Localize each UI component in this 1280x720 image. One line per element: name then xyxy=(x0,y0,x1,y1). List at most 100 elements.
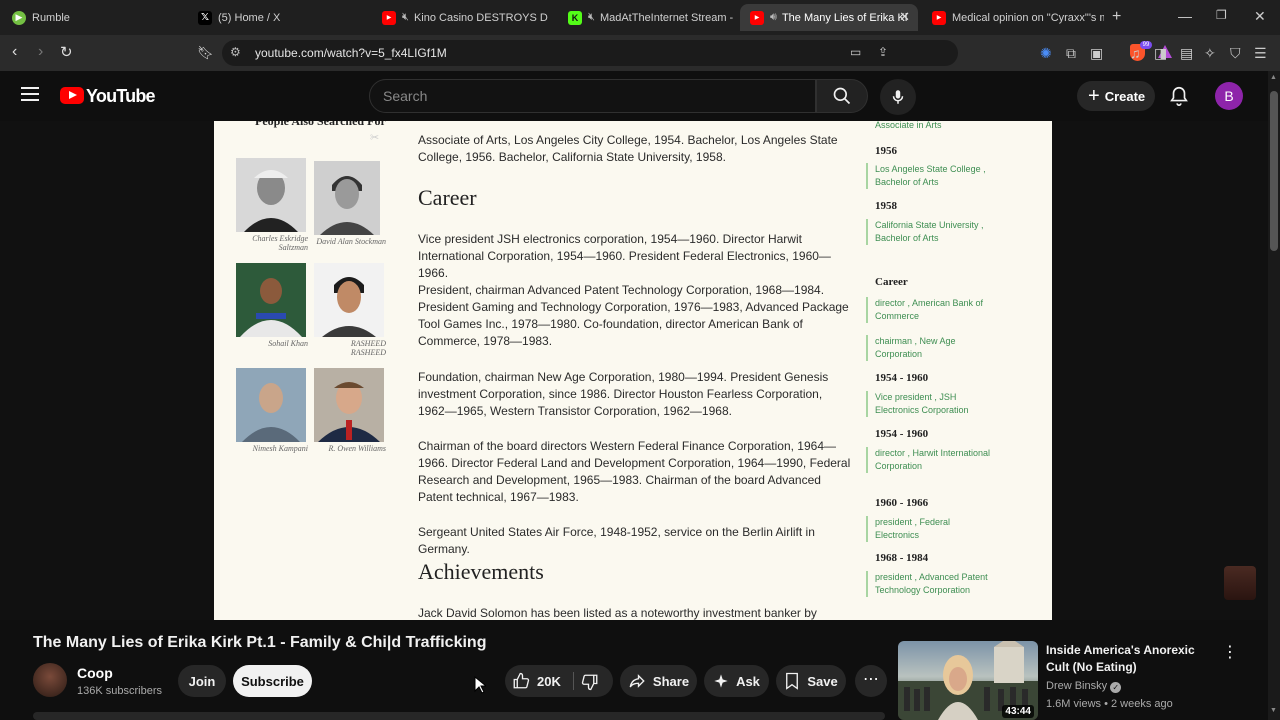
video-player[interactable]: People Also Searched For ✂ Charles Eskri… xyxy=(0,121,1268,620)
facecam-overlay xyxy=(1224,566,1256,600)
recommended-meta: 1.6M views • 2 weeks ago xyxy=(1046,698,1173,710)
browser-tab-strip: ▶ Rumble 𝕏 (5) Home / X ▶ 🔇︎ Kino Casino… xyxy=(0,0,1280,35)
career-paragraph: Sergeant United States Air Force, 1948-1… xyxy=(418,525,815,556)
timeline-year: 1958 xyxy=(875,200,897,212)
tab-madattheinternet[interactable]: K 🔇︎ MadAtTheInternet Stream - xyxy=(558,4,734,31)
menu-icon[interactable]: ☰ xyxy=(1254,45,1267,62)
person-name: RASHEED RASHEED xyxy=(350,339,386,357)
join-button[interactable]: Join xyxy=(178,665,226,697)
person-card: David Alan Stockman xyxy=(314,161,386,246)
back-button[interactable]: ‹ xyxy=(12,43,17,61)
x-logo-icon: 𝕏 xyxy=(198,10,212,25)
scroll-down-icon[interactable]: ▼ xyxy=(1270,707,1277,714)
tab-medical-opinion[interactable]: ▶ Medical opinion on "Cyraxx"'s m xyxy=(922,4,1104,31)
channel-avatar[interactable] xyxy=(33,663,67,697)
browser-toolbar: ‹ › ↻ 🔖︎ ⚙ youtube.com/watch?v=5_fx4LIGf… xyxy=(0,35,1280,71)
person-card: R. Owen Williams xyxy=(314,368,386,453)
description-box[interactable] xyxy=(33,712,885,720)
vpn-shield-icon[interactable]: ⛉ xyxy=(1230,45,1241,62)
like-count[interactable]: 20K xyxy=(537,674,561,689)
close-tab-icon[interactable]: ✕ xyxy=(899,9,910,25)
person-photo xyxy=(314,161,380,235)
search-box[interactable] xyxy=(369,79,816,113)
guide-menu-icon[interactable] xyxy=(21,87,39,101)
bookmark-save-icon xyxy=(784,672,800,690)
muted-icon[interactable]: 🔇︎ xyxy=(588,11,595,24)
shields-count-badge: 99 xyxy=(1140,41,1152,49)
tab-many-lies-active[interactable]: ▶ 🔊︎ The Many Lies of Erika Ki ✕ xyxy=(740,4,918,31)
recommended-channel[interactable]: Drew Binsky ✓ xyxy=(1046,680,1122,693)
bookmark-icon[interactable]: 🔖︎ xyxy=(197,45,214,61)
wallet-icon[interactable]: ▤ xyxy=(1180,45,1193,62)
scroll-up-icon[interactable]: ▲ xyxy=(1270,74,1277,81)
cast-icon[interactable]: ▭ xyxy=(850,45,861,59)
scrollbar-thumb[interactable] xyxy=(1270,91,1278,251)
tab-label: The Many Lies of Erika Ki xyxy=(781,11,908,24)
sidebar-toggle-icon[interactable]: ◨ xyxy=(1154,45,1167,62)
youtube-logo-text[interactable]: YouTube xyxy=(86,86,156,107)
people-also-searched-title: People Also Searched For xyxy=(255,121,386,128)
career-paragraph: Vice president JSH electronics corporati… xyxy=(418,232,831,280)
extension-vpn-icon[interactable]: ✺ xyxy=(1040,45,1052,62)
tab-rumble[interactable]: ▶ Rumble xyxy=(2,4,182,31)
share-arrow-icon xyxy=(628,672,646,690)
restore-button[interactable]: ❐ xyxy=(1216,8,1227,22)
sparkle-icon xyxy=(713,673,729,689)
audio-playing-icon[interactable]: 🔊︎ xyxy=(770,11,777,24)
minimize-button[interactable]: — xyxy=(1178,8,1192,24)
search-button[interactable] xyxy=(816,79,868,113)
page-scrollbar[interactable]: ▲ ▼ xyxy=(1268,71,1280,720)
extensions-puzzle-icon[interactable]: ⧉ xyxy=(1066,45,1076,62)
recommended-title[interactable]: Inside America's Anorexic Cult (No Eatin… xyxy=(1046,642,1216,676)
rumble-icon: ▶ xyxy=(12,10,26,25)
timeline-year: 1956 xyxy=(875,145,897,157)
subscriber-count: 136K subscribers xyxy=(77,685,162,697)
tab-x-home[interactable]: 𝕏 (5) Home / X xyxy=(188,4,368,31)
forward-button[interactable]: › xyxy=(38,43,43,61)
more-actions-icon[interactable]: ⋯ xyxy=(855,665,887,697)
account-avatar[interactable]: B xyxy=(1215,82,1243,110)
tab-kino-casino[interactable]: ▶ 🔇︎ Kino Casino DESTROYS DSP xyxy=(372,4,548,31)
person-card: Nimesh Kampani xyxy=(236,368,308,453)
dislike-thumb-icon[interactable] xyxy=(581,673,599,691)
save-button[interactable]: Save xyxy=(776,665,846,697)
create-button[interactable]: + Create xyxy=(1077,81,1155,111)
notifications-bell-icon[interactable] xyxy=(1168,85,1190,107)
timeline-item: Associate in Arts xyxy=(875,121,942,130)
person-name: David Alan Stockman xyxy=(316,237,386,246)
new-tab-button[interactable]: + xyxy=(1112,8,1121,26)
timeline-item: director , Harwit International Corporat… xyxy=(866,447,991,473)
media-icon[interactable]: ♫ xyxy=(1130,45,1141,61)
verified-check-icon: ✓ xyxy=(1110,682,1122,693)
reload-button[interactable]: ↻ xyxy=(60,43,73,61)
channel-name[interactable]: Coop xyxy=(77,665,113,681)
recommended-thumbnail[interactable]: 43:44 xyxy=(898,641,1038,720)
like-thumb-icon[interactable] xyxy=(512,672,530,690)
youtube-logo-icon[interactable] xyxy=(60,87,84,104)
ask-button[interactable]: Ask xyxy=(704,665,769,697)
address-bar[interactable]: ⚙ youtube.com/watch?v=5_fx4LIGf1M ▭ ⇪ 99 xyxy=(222,40,1172,66)
close-window-button[interactable]: ✕ xyxy=(1254,8,1266,25)
scissors-icon: ✂ xyxy=(370,132,380,144)
person-card: RASHEED RASHEED xyxy=(314,263,386,357)
person-photo xyxy=(314,368,384,442)
leo-ai-icon[interactable]: ✧ xyxy=(1204,45,1216,62)
video-frame-webpage: People Also Searched For ✂ Charles Eskri… xyxy=(214,121,1052,620)
site-settings-icon[interactable]: ⚙ xyxy=(230,45,241,59)
person-photo xyxy=(314,263,384,337)
share-button[interactable]: Share xyxy=(620,665,697,697)
timeline-item: director , American Bank of Commerce xyxy=(866,297,991,323)
voice-search-button[interactable] xyxy=(880,79,916,115)
screenshot-icon[interactable]: ▣ xyxy=(1090,45,1103,62)
kebab-menu-icon[interactable]: ⋮ xyxy=(1222,642,1238,662)
subscribe-button[interactable]: Subscribe xyxy=(233,665,312,697)
timeline-year: 1954 - 1960 xyxy=(875,372,929,384)
timeline-career-label: Career xyxy=(875,276,908,288)
share-label: Share xyxy=(652,673,690,689)
video-title: The Many Lies of Erika Kirk Pt.1 - Famil… xyxy=(33,634,487,651)
career-heading: Career xyxy=(418,185,477,210)
muted-icon[interactable]: 🔇︎ xyxy=(402,11,409,24)
url-text[interactable]: youtube.com/watch?v=5_fx4LIGf1M xyxy=(255,46,447,60)
search-input[interactable] xyxy=(383,88,783,104)
share-icon[interactable]: ⇪ xyxy=(878,45,888,59)
